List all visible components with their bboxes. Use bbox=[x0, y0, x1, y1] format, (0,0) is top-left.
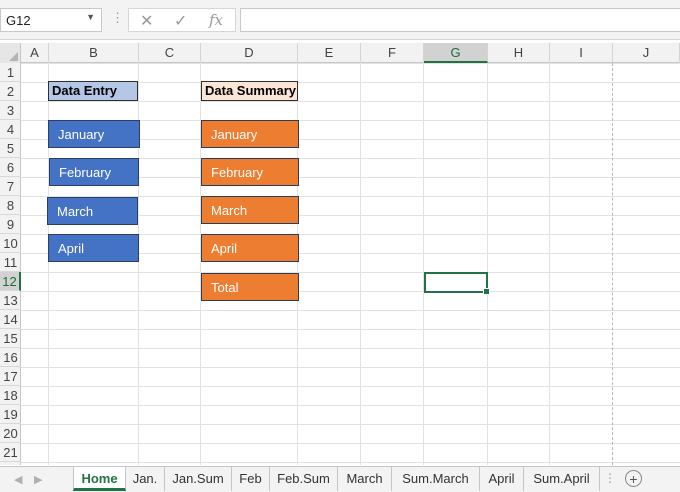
row-header-7[interactable]: 7 bbox=[0, 177, 21, 196]
sheet-tab-march[interactable]: March bbox=[338, 467, 392, 491]
column-header-bar: ABCDEFGHIJ bbox=[0, 43, 680, 63]
row-header-2[interactable]: 2 bbox=[0, 82, 21, 101]
summary-button-february[interactable]: February bbox=[201, 158, 299, 186]
row-header-9[interactable]: 9 bbox=[0, 215, 21, 234]
row-header-12[interactable]: 12 bbox=[0, 272, 21, 291]
row-header-17[interactable]: 17 bbox=[0, 367, 21, 386]
name-box-value: G12 bbox=[6, 13, 31, 28]
row-header-20[interactable]: 20 bbox=[0, 424, 21, 443]
formula-bar-grip-icon[interactable]: ⋮ bbox=[111, 10, 124, 26]
sheet-tab-jan-sum[interactable]: Jan.Sum bbox=[165, 467, 232, 491]
column-header-f[interactable]: F bbox=[361, 43, 424, 63]
data-summary-label: Data Summary bbox=[201, 81, 298, 101]
entry-button-april[interactable]: April bbox=[48, 234, 139, 262]
row-header-19[interactable]: 19 bbox=[0, 405, 21, 424]
row-header-6[interactable]: 6 bbox=[0, 158, 21, 177]
cancel-icon[interactable]: ✕ bbox=[140, 11, 153, 31]
row-header-16[interactable]: 16 bbox=[0, 348, 21, 367]
summary-button-total[interactable]: Total bbox=[201, 273, 299, 301]
column-header-d[interactable]: D bbox=[201, 43, 298, 63]
column-header-i[interactable]: I bbox=[550, 43, 613, 63]
column-header-a[interactable]: A bbox=[21, 43, 49, 63]
row-header-14[interactable]: 14 bbox=[0, 310, 21, 329]
entry-button-february[interactable]: February bbox=[49, 158, 139, 186]
sheet-tab-home[interactable]: Home bbox=[73, 467, 126, 491]
data-entry-label: Data Entry bbox=[48, 81, 138, 101]
entry-button-january[interactable]: January bbox=[48, 120, 140, 148]
summary-button-march[interactable]: March bbox=[201, 196, 299, 224]
row-header-10[interactable]: 10 bbox=[0, 234, 21, 253]
gridline bbox=[423, 63, 424, 465]
row-header-13[interactable]: 13 bbox=[0, 291, 21, 310]
scroll-tabs-left-icon[interactable]: ◀ bbox=[14, 473, 22, 486]
row-header-5[interactable]: 5 bbox=[0, 139, 21, 158]
gridline bbox=[360, 63, 361, 465]
row-header-3[interactable]: 3 bbox=[0, 101, 21, 120]
formula-buttons: ✕ ✓ fx bbox=[128, 8, 236, 32]
page-break-line bbox=[612, 63, 614, 465]
select-all-icon bbox=[9, 52, 18, 61]
column-header-c[interactable]: C bbox=[139, 43, 201, 63]
column-header-j[interactable]: J bbox=[613, 43, 680, 63]
row-header-bar: 1 2 3 4 5 6 7 8 9 10 11 12 13 14 15 16 17 18 19 20 21 bbox=[0, 63, 21, 465]
row-header-8[interactable]: 8 bbox=[0, 196, 21, 215]
name-box[interactable]: G12 ▼ bbox=[0, 8, 102, 32]
sheet-tab-april[interactable]: April bbox=[480, 467, 524, 491]
gridline bbox=[487, 63, 488, 465]
scroll-tabs-right-icon[interactable]: ▶ bbox=[34, 473, 42, 486]
name-box-dropdown-icon[interactable]: ▼ bbox=[86, 12, 95, 22]
column-header-b[interactable]: B bbox=[49, 43, 139, 63]
summary-button-january[interactable]: January bbox=[201, 120, 299, 148]
sheet-tab-bar: ◀ ▶ ⋮ + Home Jan. Jan.Sum Feb Feb.Sum March Su… bbox=[0, 466, 680, 492]
add-sheet-button[interactable]: + bbox=[625, 470, 642, 487]
entry-button-march[interactable]: March bbox=[47, 197, 138, 225]
column-header-h[interactable]: H bbox=[488, 43, 550, 63]
sheet-tab-feb[interactable]: Feb bbox=[232, 467, 270, 491]
sheet-tab-sum-march[interactable]: Sum.March bbox=[392, 467, 480, 491]
summary-button-april[interactable]: April bbox=[201, 234, 299, 262]
select-all-button[interactable] bbox=[0, 43, 21, 63]
fill-handle[interactable] bbox=[483, 288, 490, 295]
sheet-tab-sum-april[interactable]: Sum.April bbox=[524, 467, 600, 491]
enter-icon[interactable]: ✓ bbox=[174, 11, 187, 31]
column-header-e[interactable]: E bbox=[298, 43, 361, 63]
row-header-1[interactable]: 1 bbox=[0, 63, 21, 82]
more-tabs-icon[interactable]: ⋮ bbox=[604, 471, 616, 485]
row-header-11[interactable]: 11 bbox=[0, 253, 21, 272]
row-header-18[interactable]: 18 bbox=[0, 386, 21, 405]
row-header-21[interactable]: 21 bbox=[0, 443, 21, 462]
worksheet-grid[interactable]: Data Entry Data Summary January February… bbox=[21, 63, 680, 465]
insert-function-icon[interactable]: fx bbox=[209, 11, 223, 29]
formula-bar: G12 ▼ ⋮ ✕ ✓ fx bbox=[0, 0, 680, 40]
gridline bbox=[549, 63, 550, 465]
column-header-g[interactable]: G bbox=[424, 43, 488, 63]
row-header-15[interactable]: 15 bbox=[0, 329, 21, 348]
formula-input[interactable] bbox=[240, 8, 680, 32]
sheet-tab-feb-sum[interactable]: Feb.Sum bbox=[270, 467, 338, 491]
sheet-tab-jan[interactable]: Jan. bbox=[126, 467, 165, 491]
row-header-4[interactable]: 4 bbox=[0, 120, 21, 139]
active-cell-g12[interactable] bbox=[424, 272, 490, 295]
